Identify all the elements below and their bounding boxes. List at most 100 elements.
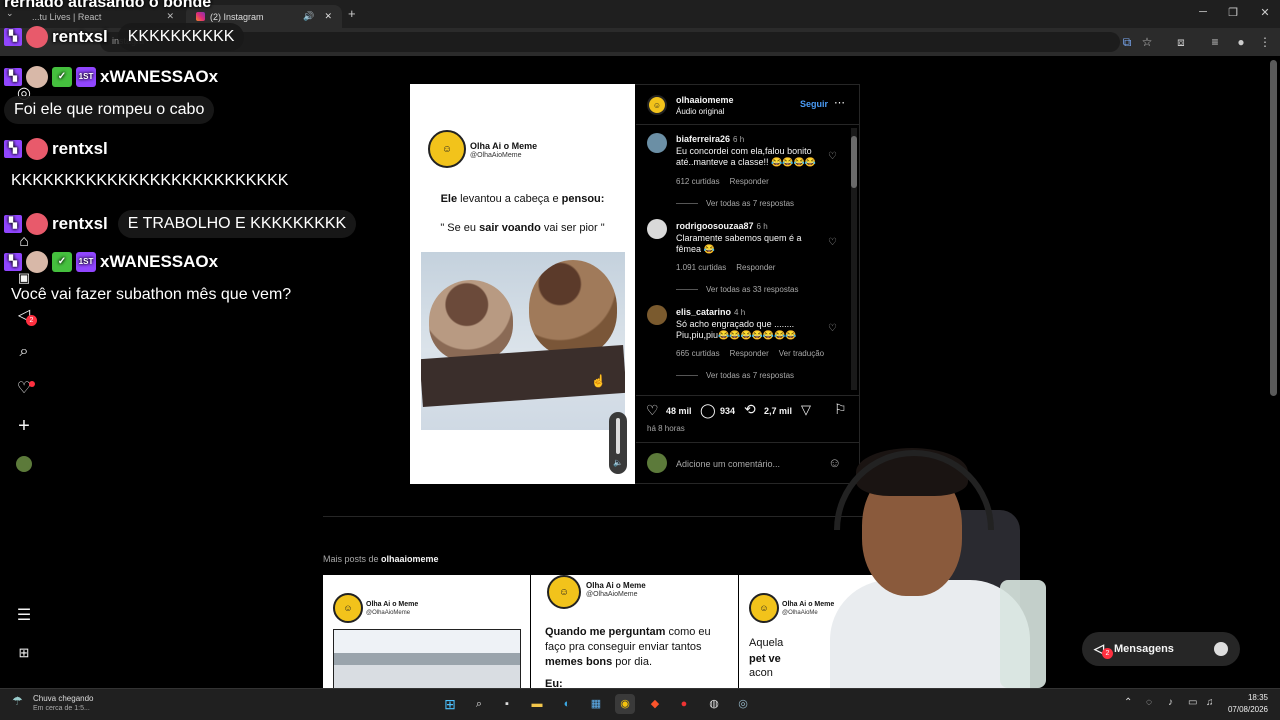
chat-message: KKKKKKKKKKKKKKKKKKKKKKKKKK (11, 172, 289, 189)
chat-username: rentxsl (52, 214, 108, 233)
create-icon[interactable]: + (14, 416, 34, 436)
tray-mic-icon[interactable]: ♪ (1168, 697, 1173, 708)
comment-username[interactable]: rodrigoosouzaa87 (676, 221, 754, 231)
chrome-icon[interactable]: ◉ (615, 694, 635, 714)
speaker-icon[interactable]: 🔈 (613, 458, 623, 467)
author-avatar[interactable]: ☺ (647, 95, 667, 115)
close-window-icon[interactable]: ✕ (1250, 6, 1280, 19)
posted-time: há 8 horas (647, 424, 685, 433)
comment-likes[interactable]: 612 curtidas (676, 177, 720, 186)
minimize-icon[interactable]: ─ (1188, 6, 1218, 18)
comment-username[interactable]: elis_catarino (676, 307, 731, 317)
messages-avatars (1214, 642, 1228, 656)
reply-button[interactable]: Responder (730, 349, 769, 358)
taskbar-date[interactable]: 07/08/2026 (1222, 705, 1268, 714)
bookmark-star-icon[interactable]: ☆ (1138, 35, 1156, 49)
tray-network-icon[interactable]: ◌ (1146, 697, 1152, 708)
comment-heart-icon[interactable]: ♡ (828, 323, 837, 334)
weather-title[interactable]: Chuva chegando (33, 694, 94, 703)
store-icon[interactable]: ▦ (586, 694, 606, 714)
github-icon[interactable]: ◍ (704, 694, 724, 714)
comment-likes[interactable]: 665 curtidas (676, 349, 720, 358)
tray-volume-icon[interactable]: ♫ (1206, 697, 1214, 708)
view-replies-button[interactable]: Ver todas as 33 respostas (676, 285, 799, 294)
comment-likes[interactable]: 1.091 curtidas (676, 263, 726, 272)
task-view-icon[interactable]: ▪ (497, 694, 517, 714)
divider (636, 395, 859, 396)
follow-button[interactable]: Seguir (800, 99, 828, 109)
reposts-count[interactable]: 2,7 mil (764, 406, 792, 416)
comment-username[interactable]: biaferreira26 (676, 134, 730, 144)
translate-button[interactable]: Ver tradução (779, 349, 824, 358)
save-bookmark-icon[interactable]: ⚐ (834, 401, 847, 418)
media-icon[interactable]: ≡ (1206, 35, 1224, 49)
windows-start-icon[interactable]: ⊞ (440, 694, 460, 714)
profile-icon[interactable]: ● (1232, 35, 1250, 49)
search-icon[interactable]: ⌕ (469, 694, 489, 714)
post-author[interactable]: olhaaiomeme (676, 95, 734, 105)
reply-button[interactable]: Responder (730, 177, 769, 186)
more-posts-user[interactable]: olhaaiomeme (381, 554, 439, 564)
verified-badge-icon: ✓ (52, 252, 72, 272)
search-icon[interactable]: ⌕ (14, 342, 34, 362)
new-tab-button[interactable]: + (348, 6, 356, 21)
weather-subtitle[interactable]: Em cerca de 1:5... (33, 705, 90, 712)
comment-heart-icon[interactable]: ♡ (828, 151, 837, 162)
comment-heart-icon[interactable]: ♡ (828, 237, 837, 248)
tray-display-icon[interactable]: ▭ (1188, 697, 1197, 708)
comment-avatar[interactable] (647, 219, 667, 239)
comment-avatar[interactable] (647, 133, 667, 153)
chat-line: Você vai fazer subathon mês que vem? (11, 286, 291, 304)
comment-user[interactable]: biaferreira26 6 h (676, 134, 744, 144)
close-icon[interactable]: ✕ (324, 11, 332, 22)
comments-scroll-thumb[interactable] (851, 136, 857, 188)
taskbar-time[interactable]: 18:35 (1228, 693, 1268, 702)
obs-icon[interactable]: ● (674, 694, 694, 714)
meme-brand-handle: @OlhaAioMeme (366, 610, 411, 616)
edge-icon[interactable]: ◐ (557, 694, 577, 714)
meme-line-1: Ele levantou a cabeça e pensou: (410, 193, 635, 205)
comment-text: Claramente sabemos quem é a fêmea 😂 (676, 233, 802, 254)
comment-user[interactable]: rodrigoosouzaa87 6 h (676, 221, 768, 231)
meme-bold: memes bons (545, 656, 613, 668)
steam-icon[interactable]: ◎ (733, 694, 753, 714)
tray-chevron-icon[interactable]: ⌃ (1124, 697, 1132, 708)
comment-avatar[interactable] (647, 305, 667, 325)
more-post-thumb[interactable]: ☺ Olha Ai o Meme @OlhaAioMeme (323, 575, 530, 688)
reply-button[interactable]: Responder (736, 263, 775, 272)
audio-label[interactable]: Áudio original (676, 107, 724, 116)
chat-message: E TRABOLHO E KKKKKKKKK (117, 210, 357, 238)
comment-time: 4 h (734, 308, 746, 317)
repost-icon[interactable]: ⟲ (744, 401, 756, 418)
comments-scroll-track[interactable] (851, 128, 857, 390)
like-icon[interactable]: ♡ (646, 402, 659, 419)
chat-username: rentxsl (52, 27, 108, 46)
my-avatar (647, 453, 667, 473)
more-post-thumb[interactable]: ☺ Olha Ai o Meme @OlhaAioMeme Quando me … (531, 575, 738, 688)
comment-input[interactable]: Adicione um comentário... (676, 459, 780, 469)
threads-apps-icon[interactable]: ⊞ (14, 643, 34, 663)
menu-dots-icon[interactable]: ⋮ (1256, 35, 1274, 49)
comment-icon[interactable]: ◯ (700, 402, 716, 419)
view-replies-button[interactable]: Ver todas as 7 respostas (676, 371, 794, 380)
hamburger-menu-icon[interactable]: ☰ (14, 606, 34, 626)
file-explorer-icon[interactable]: ▬ (527, 694, 547, 714)
more-options-icon[interactable]: ⋯ (834, 96, 845, 109)
profile-avatar[interactable] (16, 456, 32, 472)
translate-icon[interactable]: ⧉ (1118, 35, 1136, 50)
likes-count[interactable]: 48 mil (666, 406, 692, 416)
url-input[interactable]: instagra (100, 32, 1120, 52)
comments-count[interactable]: 934 (720, 406, 735, 416)
extensions-icon[interactable]: ⧈ (1172, 35, 1190, 50)
weather-icon[interactable]: ☂ (12, 694, 23, 708)
share-icon[interactable]: ▽ (801, 402, 811, 418)
brave-icon[interactable]: ◆ (645, 694, 665, 714)
restore-icon[interactable]: ❐ (1218, 6, 1248, 19)
meme-normal: vai ser pior " (540, 222, 605, 234)
speaker-icon[interactable]: 🔊 (303, 11, 314, 22)
page-scrollbar[interactable] (1270, 60, 1277, 396)
view-replies-button[interactable]: Ver todas as 7 respostas (676, 199, 794, 208)
volume-slider[interactable]: 🔈 (609, 412, 627, 474)
comment-user[interactable]: elis_catarino 4 h (676, 307, 745, 317)
close-icon[interactable]: ✕ (166, 11, 174, 22)
